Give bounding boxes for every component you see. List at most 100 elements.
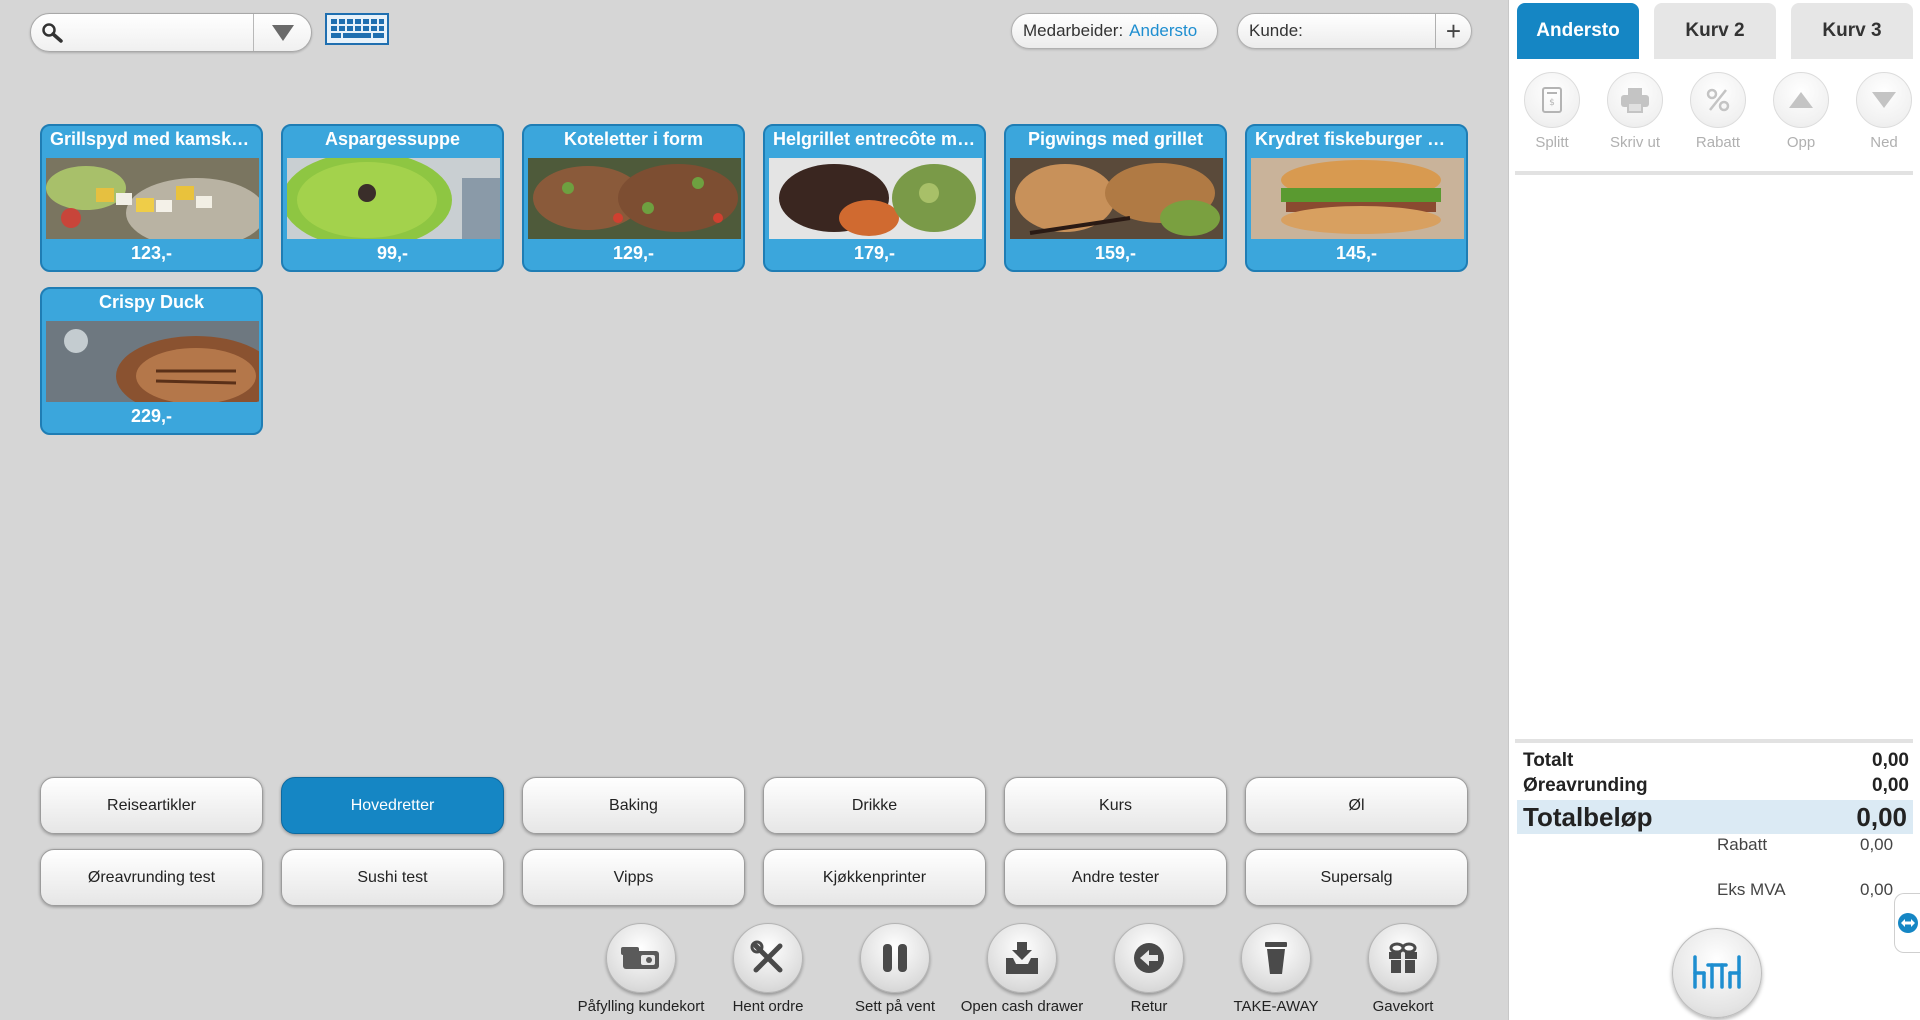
product-image xyxy=(46,321,259,402)
tool-label: Open cash drawer xyxy=(960,998,1084,1015)
cart-tab-kurv-3[interactable]: Kurv 3 xyxy=(1791,3,1913,59)
product-image xyxy=(287,158,500,239)
category-button-active[interactable]: Hovedretter xyxy=(281,777,504,834)
product-tile[interactable]: Crispy Duck 229,- xyxy=(40,287,263,435)
tool-label: TAKE-AWAY xyxy=(1233,998,1319,1015)
tables-icon xyxy=(1690,951,1744,996)
divider xyxy=(1515,171,1913,175)
search-icon xyxy=(41,22,65,44)
category-button[interactable]: Sushi test xyxy=(281,849,504,906)
cart-panel: Andersto Kurv 2 Kurv 3 $ Splitt Skriv ut… xyxy=(1508,0,1920,1020)
customer-selector[interactable]: Kunde: + xyxy=(1237,13,1472,49)
product-image xyxy=(1251,158,1464,239)
cup-icon xyxy=(1241,923,1311,993)
total-row: Totalt 0,00 xyxy=(1517,750,1913,772)
category-button[interactable]: Kjøkkenprinter xyxy=(763,849,986,906)
return-button[interactable]: Retur xyxy=(1079,923,1219,1015)
action-label: Opp xyxy=(1786,134,1816,151)
rounding-label: Øreavrunding xyxy=(1523,775,1648,796)
cash-drawer-icon xyxy=(987,923,1057,993)
discount-label: Rabatt xyxy=(1717,835,1768,854)
keyboard-icon[interactable] xyxy=(325,13,389,45)
action-label: Ned xyxy=(1870,134,1898,151)
chevron-down-icon[interactable] xyxy=(253,14,311,51)
pause-icon xyxy=(860,923,930,993)
discount-button[interactable]: Rabatt xyxy=(1686,72,1750,151)
take-away-button[interactable]: TAKE-AWAY xyxy=(1206,923,1346,1015)
search-input[interactable] xyxy=(75,21,275,46)
product-price: 145,- xyxy=(1335,243,1378,263)
tool-label: Gavekort xyxy=(1372,998,1434,1015)
card-refill-button[interactable]: Påfylling kundekort xyxy=(571,923,711,1015)
product-tile[interactable]: Aspargessuppe 99,- xyxy=(281,124,504,272)
product-price: 123,- xyxy=(130,243,173,263)
action-label: Splitt xyxy=(1535,134,1569,151)
product-tile[interactable]: Grillspyd med kamskjell 123,- xyxy=(40,124,263,272)
gift-card-button[interactable]: Gavekort xyxy=(1333,923,1473,1015)
product-tile[interactable]: Pigwings med grillet 159,- xyxy=(1004,124,1227,272)
receipt-icon: $ xyxy=(1524,72,1580,128)
staff-label: Medarbeider: xyxy=(1023,21,1124,40)
search-box[interactable] xyxy=(30,13,312,52)
category-button[interactable]: Kurs xyxy=(1004,777,1227,834)
product-area: Medarbeider: Andersto Kunde: + Grillspyd… xyxy=(0,0,1508,1020)
open-cash-drawer-button[interactable]: Open cash drawer xyxy=(952,923,1092,1015)
fetch-order-button[interactable]: Hent ordre xyxy=(698,923,838,1015)
product-price: 99,- xyxy=(376,243,409,263)
product-image xyxy=(46,158,259,239)
category-button[interactable]: Andre tester xyxy=(1004,849,1227,906)
tool-label: Sett på vent xyxy=(854,998,936,1015)
product-name: Grillspyd med kamskjell xyxy=(50,129,257,149)
remote-support-icon[interactable] xyxy=(1894,893,1920,953)
rounding-row: Øreavrunding 0,00 xyxy=(1517,775,1913,797)
product-price: 129,- xyxy=(612,243,655,263)
category-button[interactable]: Reiseartikler xyxy=(40,777,263,834)
category-button[interactable]: Øreavrunding test xyxy=(40,849,263,906)
product-image xyxy=(1010,158,1223,239)
split-button[interactable]: $ Splitt xyxy=(1520,72,1584,151)
product-image xyxy=(769,158,982,239)
ex-vat-value: 0,00 xyxy=(1860,880,1894,899)
product-tile[interactable]: Krydret fiskeburger med 145,- xyxy=(1245,124,1468,272)
total-label: Totalt xyxy=(1523,750,1574,771)
cart-tab-kurv-2[interactable]: Kurv 2 xyxy=(1654,3,1776,59)
hold-order-button[interactable]: Sett på vent xyxy=(825,923,965,1015)
gift-icon xyxy=(1368,923,1438,993)
tools-icon xyxy=(733,923,803,993)
product-tile[interactable]: Helgrillet entrecôte med 179,- xyxy=(763,124,986,272)
staff-name[interactable]: Andersto xyxy=(1129,21,1197,41)
discount-value: 0,00 xyxy=(1860,835,1894,854)
add-customer-button[interactable]: + xyxy=(1435,14,1471,48)
ex-vat-label: Eks MVA xyxy=(1717,880,1786,899)
svg-text:$: $ xyxy=(1549,98,1555,108)
product-name: Koteletter i form xyxy=(563,129,704,149)
printer-icon xyxy=(1607,72,1663,128)
tool-label: Hent ordre xyxy=(732,998,804,1015)
table-selection-button[interactable] xyxy=(1672,928,1762,1018)
category-button[interactable]: Drikke xyxy=(763,777,986,834)
return-icon xyxy=(1114,923,1184,993)
category-button[interactable]: Baking xyxy=(522,777,745,834)
category-button[interactable]: Øl xyxy=(1245,777,1468,834)
grand-total-value: 0,00 xyxy=(1856,801,1907,832)
product-name: Pigwings med grillet xyxy=(1027,129,1204,149)
staff-selector[interactable]: Medarbeider: Andersto xyxy=(1011,13,1218,49)
product-image xyxy=(528,158,741,239)
move-down-button[interactable]: Ned xyxy=(1852,72,1916,151)
arrow-up-icon xyxy=(1773,72,1829,128)
product-price: 179,- xyxy=(853,243,896,263)
print-button[interactable]: Skriv ut xyxy=(1603,72,1667,151)
product-name: Crispy Duck xyxy=(98,292,205,312)
cart-tab-andersto[interactable]: Andersto xyxy=(1517,3,1639,59)
arrow-down-icon xyxy=(1856,72,1912,128)
product-name: Aspargessuppe xyxy=(324,129,461,149)
product-name: Helgrillet entrecôte med xyxy=(773,129,979,149)
move-up-button[interactable]: Opp xyxy=(1769,72,1833,151)
category-button[interactable]: Vipps xyxy=(522,849,745,906)
category-button[interactable]: Supersalg xyxy=(1245,849,1468,906)
product-tile[interactable]: Koteletter i form 129,- xyxy=(522,124,745,272)
divider xyxy=(1515,739,1913,743)
card-refill-icon xyxy=(606,923,676,993)
grand-total-label: Totalbeløp xyxy=(1523,801,1653,832)
total-value: 0,00 xyxy=(1872,750,1909,771)
